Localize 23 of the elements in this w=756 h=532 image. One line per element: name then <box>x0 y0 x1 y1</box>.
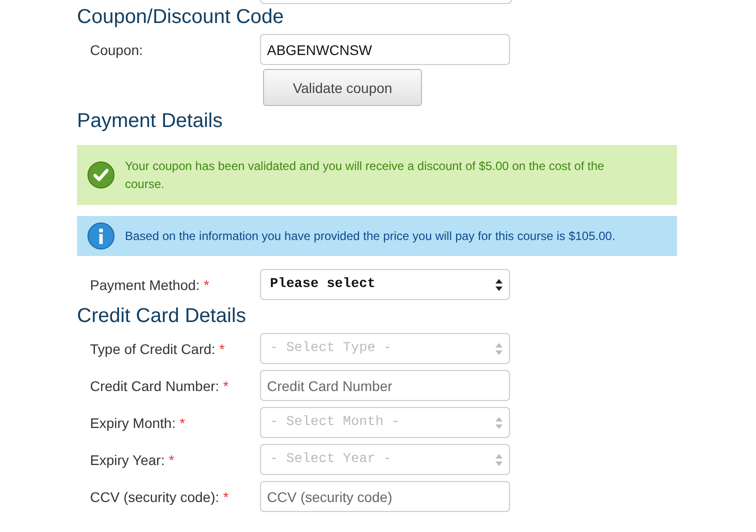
section-heading: Coupon/Discount Code <box>77 6 285 28</box>
field-label: Coupon: <box>90 42 144 58</box>
up-down-arrows-icon <box>495 416 503 430</box>
field-label: CCV (security code): * <box>90 488 230 504</box>
validate-button[interactable]: Validate coupon <box>263 69 422 106</box>
field-label: Expiry Month: * <box>90 414 186 430</box>
section-heading: Credit Card Details <box>77 305 247 327</box>
checkmark-icon <box>87 161 115 189</box>
up-down-arrows-icon <box>495 342 503 356</box>
alert-message: Your coupon has been validated and you will receive a discount of $5.00 on the cost of the course. <box>77 145 677 205</box>
up-down-arrows-icon <box>495 452 503 466</box>
alert-message: Based on the information you have provided the price you will pay for this course is $105.00. <box>77 216 677 256</box>
input-field[interactable]: CCV (security code) <box>260 481 510 512</box>
input-field[interactable]: Credit Card Number <box>260 370 510 401</box>
field-label: Type of Credit Card: * <box>90 340 226 356</box>
field-label: Credit Card Number: * <box>90 378 230 394</box>
up-down-arrows-icon <box>495 278 503 292</box>
field-label: Expiry Year: * <box>90 452 176 468</box>
field-label: Payment Method: * <box>90 276 210 292</box>
info-icon <box>87 222 115 250</box>
input-field[interactable]: ABGENWCNSW <box>260 34 510 65</box>
section-heading: Payment Details <box>77 110 224 132</box>
select-field[interactable]: Please select <box>260 269 510 300</box>
